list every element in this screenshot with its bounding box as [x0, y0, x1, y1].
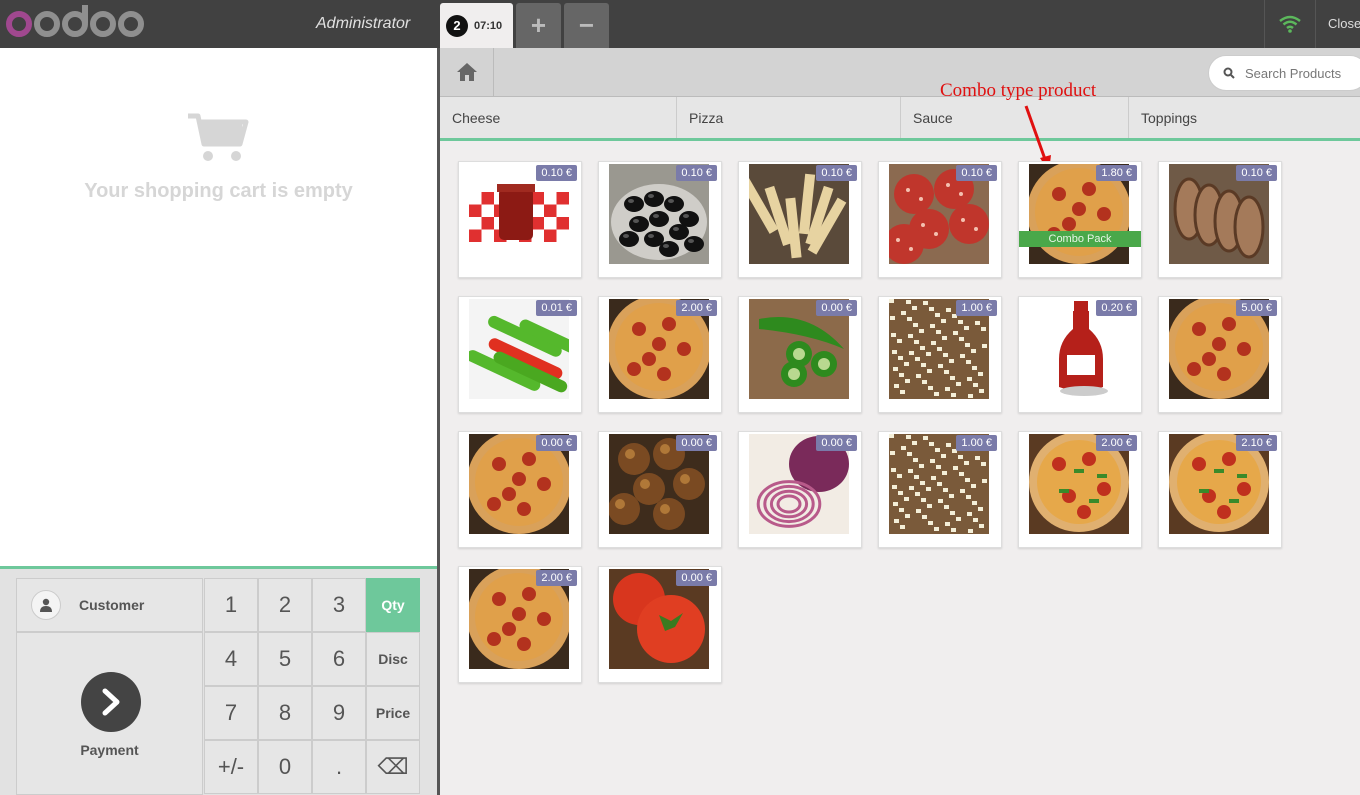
order-number: 2 [446, 14, 468, 37]
category-bar: Cheese Pizza Sauce Toppings [440, 97, 1360, 141]
category-toppings[interactable]: Toppings [1129, 97, 1360, 138]
topbar: Administrator 2 07:10 + − Close [0, 0, 1360, 48]
category-sauce[interactable]: Sauce [901, 97, 1129, 138]
customer-label: Customer [79, 597, 145, 613]
numpad: 1 2 3 Qty 4 5 6 Disc 7 8 9 Price +/- 0 .… [204, 578, 420, 794]
product-tile[interactable]: 0.10 € [598, 161, 722, 278]
numpad-key-2[interactable]: 2 [258, 578, 312, 632]
price-tag: 0.00 € [676, 570, 717, 586]
numpad-key-9[interactable]: 9 [312, 686, 366, 740]
order-pane: Your shopping cart is empty Customer Pay… [0, 48, 437, 795]
numpad-key-plus-minus[interactable]: +/- [204, 740, 258, 794]
price-tag: 0.00 € [676, 435, 717, 451]
product-tile[interactable]: 2.00 € [1018, 431, 1142, 548]
product-tile[interactable]: 0.00 € [598, 566, 722, 683]
home-icon[interactable] [440, 48, 494, 96]
price-tag: 0.10 € [816, 165, 857, 181]
pane-divider [437, 48, 440, 795]
breadcrumb-bar: Search Products [440, 48, 1360, 97]
product-tile[interactable]: 5.00 € [1158, 296, 1282, 413]
product-tile[interactable]: 0.20 € [1018, 296, 1142, 413]
product-tile[interactable]: 2.10 € [1158, 431, 1282, 548]
person-icon [31, 590, 61, 620]
category-pizza[interactable]: Pizza [677, 97, 901, 138]
numpad-key-6[interactable]: 6 [312, 632, 366, 686]
cart-icon [186, 112, 250, 169]
user-name[interactable]: Administrator [316, 15, 410, 33]
numpad-key-dot[interactable]: . [312, 740, 366, 794]
numpad-key-5[interactable]: 5 [258, 632, 312, 686]
price-tag: 2.00 € [1096, 435, 1137, 451]
price-tag: 2.00 € [676, 300, 717, 316]
payment-label: Payment [80, 742, 139, 758]
price-tag: 0.10 € [676, 165, 717, 181]
numpad-key-8[interactable]: 8 [258, 686, 312, 740]
search-input[interactable]: Search Products [1208, 55, 1360, 91]
backspace-icon[interactable]: ⌫ [366, 740, 420, 794]
price-tag: 0.00 € [816, 300, 857, 316]
wifi-icon[interactable] [1264, 0, 1316, 48]
price-tag: 1.00 € [956, 300, 997, 316]
qty-mode-button[interactable]: Qty [366, 578, 420, 632]
combo-pack-label: Combo Pack [1019, 231, 1141, 247]
product-tile[interactable]: 0.10 € [738, 161, 862, 278]
price-tag: 2.10 € [1236, 435, 1277, 451]
product-tile[interactable]: 0.00 € [598, 431, 722, 548]
numpad-key-1[interactable]: 1 [204, 578, 258, 632]
numpad-key-7[interactable]: 7 [204, 686, 258, 740]
control-panel: Customer Payment 1 2 3 Qty 4 5 6 Disc 7 … [0, 566, 437, 795]
odoo-logo [6, 4, 146, 44]
add-order-button[interactable]: + [516, 3, 561, 48]
product-tile[interactable]: 2.00 € [458, 566, 582, 683]
product-tile[interactable]: 1.00 € [878, 431, 1002, 548]
product-tile[interactable]: 0.01 € [458, 296, 582, 413]
product-tile[interactable]: 0.00 € [738, 431, 862, 548]
customer-button[interactable]: Customer [16, 578, 203, 632]
price-tag: 2.00 € [536, 570, 577, 586]
search-placeholder: Search Products [1245, 65, 1342, 81]
category-cheese[interactable]: Cheese [440, 97, 677, 138]
disc-mode-button[interactable]: Disc [366, 632, 420, 686]
price-tag: 1.80 € [1096, 165, 1137, 181]
price-tag: 0.10 € [956, 165, 997, 181]
close-button[interactable]: Close [1328, 16, 1360, 31]
payment-button[interactable]: Payment [16, 632, 203, 795]
price-tag: 0.00 € [536, 435, 577, 451]
price-tag: 0.00 € [816, 435, 857, 451]
product-tile[interactable]: 2.00 € [598, 296, 722, 413]
numpad-key-3[interactable]: 3 [312, 578, 366, 632]
product-tile[interactable]: 0.00 € [738, 296, 862, 413]
price-tag: 0.10 € [536, 165, 577, 181]
product-tile[interactable]: 0.10 € [1158, 161, 1282, 278]
product-tile[interactable]: 0.00 € [458, 431, 582, 548]
remove-order-button[interactable]: − [564, 3, 609, 48]
price-tag: 5.00 € [1236, 300, 1277, 316]
price-mode-button[interactable]: Price [366, 686, 420, 740]
price-tag: 0.20 € [1096, 300, 1137, 316]
product-tile[interactable]: 0.10 € [878, 161, 1002, 278]
order-time: 07:10 [474, 19, 503, 32]
annotation-label: Combo type product [940, 80, 1097, 101]
price-tag: 0.10 € [1236, 165, 1277, 181]
numpad-key-0[interactable]: 0 [258, 740, 312, 794]
product-tile[interactable]: 1.00 € [878, 296, 1002, 413]
price-tag: 0.01 € [536, 300, 577, 316]
price-tag: 1.00 € [956, 435, 997, 451]
cart-empty-message: Your shopping cart is empty [84, 180, 353, 202]
search-icon [1223, 67, 1235, 79]
chevron-right-icon [81, 672, 141, 732]
product-tile[interactable]: 1.80 € Combo Pack [1018, 161, 1142, 278]
product-tile[interactable]: 0.10 € [458, 161, 582, 278]
numpad-key-4[interactable]: 4 [204, 632, 258, 686]
order-tab[interactable]: 2 07:10 [440, 3, 513, 48]
